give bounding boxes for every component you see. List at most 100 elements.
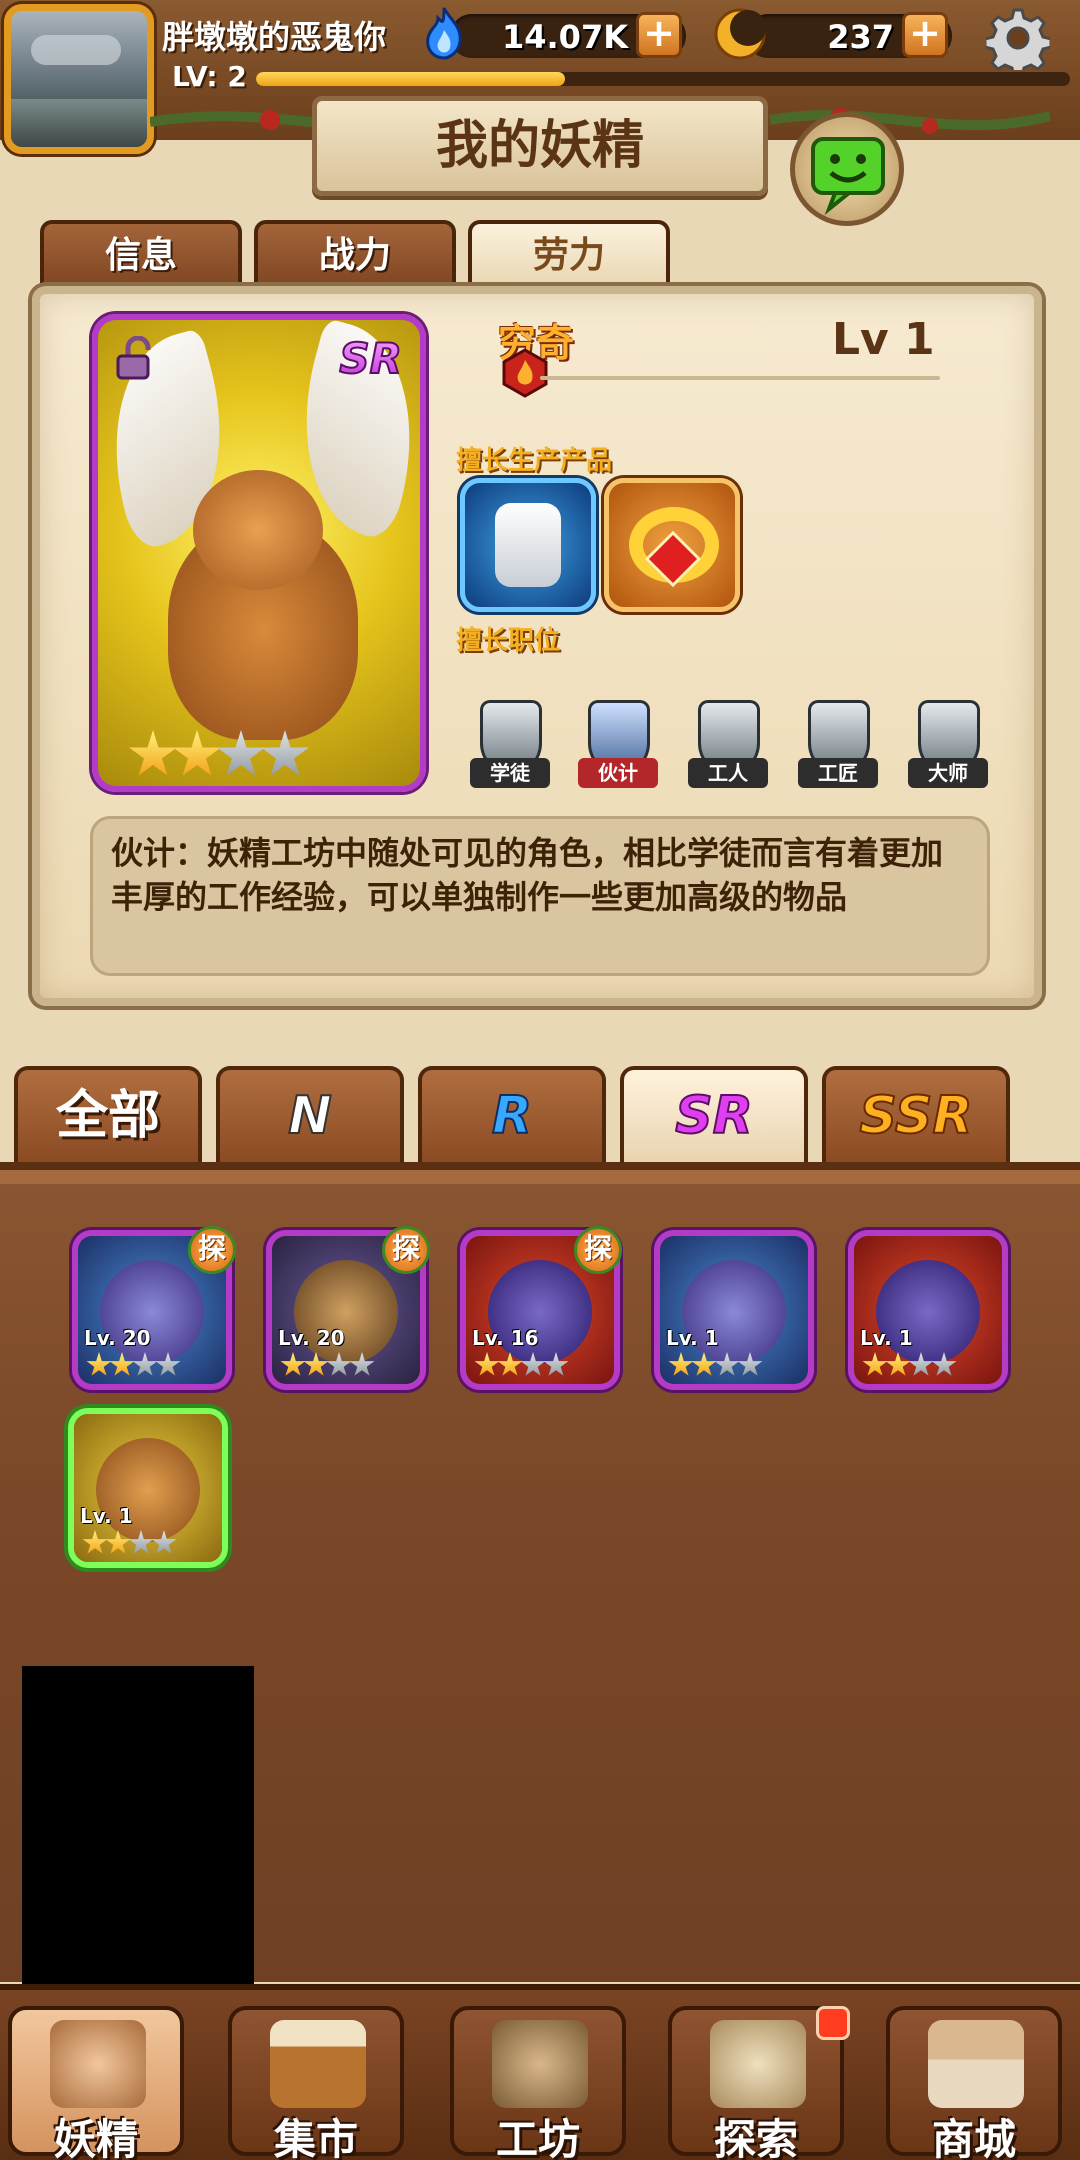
- fairy-tile-selected[interactable]: Lv. 1: [68, 1408, 228, 1568]
- filter-all-label: 全部: [55, 1086, 160, 1146]
- nav-shop[interactable]: 商城: [886, 2006, 1062, 2160]
- star-filled-icon: [497, 1352, 523, 1376]
- soul-fire-value: 14.07K: [501, 18, 628, 56]
- star-empty-icon: [326, 1352, 352, 1376]
- filter-sr[interactable]: SR: [620, 1066, 808, 1164]
- page-title: 我的妖精: [312, 96, 768, 196]
- product-bottle[interactable]: [460, 478, 596, 612]
- crescent-moon-icon: [714, 8, 766, 60]
- star-filled-icon: [82, 1530, 108, 1554]
- tab-info[interactable]: 信息: [40, 220, 242, 290]
- moon-coin-value: 237: [827, 18, 894, 56]
- star-filled-icon: [173, 730, 221, 776]
- tile-stars: [280, 1352, 375, 1378]
- lock-icon[interactable]: [114, 336, 158, 380]
- player-avatar[interactable]: [4, 4, 154, 154]
- role-apprentice[interactable]: 学徒: [462, 700, 558, 800]
- nav-label: 工坊: [495, 2115, 580, 2160]
- tile-level: Lv. 16: [472, 1326, 539, 1350]
- card-star-rating: [128, 730, 309, 780]
- tab-power[interactable]: 战力: [254, 220, 456, 290]
- star-empty-icon: [714, 1352, 740, 1376]
- star-filled-icon: [129, 730, 177, 776]
- card-rarity-badge: SR: [338, 333, 403, 384]
- player-name: 胖墩墩的恶鬼你: [162, 18, 387, 56]
- role-assistant[interactable]: 伙计: [570, 700, 666, 800]
- role-description: 伙计：妖精工坊中随处可见的角色，相比学徒而言有着更加丰厚的工作经验，可以单独制作…: [90, 816, 990, 976]
- star-empty-icon: [132, 1352, 158, 1376]
- roles-label: 擅长职位: [456, 626, 561, 656]
- star-filled-icon: [862, 1352, 888, 1376]
- star-empty-icon: [931, 1352, 957, 1376]
- tile-stars: [474, 1352, 569, 1378]
- star-empty-icon: [349, 1352, 375, 1376]
- filter-r-label: R: [491, 1085, 533, 1147]
- fairy-tile[interactable]: Lv. 1: [654, 1230, 814, 1390]
- filter-sr-label: SR: [674, 1085, 753, 1147]
- tile-level: Lv. 20: [278, 1326, 345, 1350]
- role-label: 工人: [688, 758, 768, 788]
- moon-coin-currency: 237 +: [746, 12, 952, 58]
- nav-workshop[interactable]: 工坊: [450, 2006, 626, 2160]
- nav-market[interactable]: 集市: [228, 2006, 404, 2160]
- role-master[interactable]: 大师: [900, 700, 996, 800]
- milk-bottle-icon: [495, 503, 561, 587]
- star-empty-icon: [543, 1352, 569, 1376]
- fairy-tile[interactable]: Lv. 1: [848, 1230, 1008, 1390]
- star-filled-icon: [885, 1352, 911, 1376]
- soul-fire-add-button[interactable]: +: [636, 12, 682, 58]
- star-filled-icon: [303, 1352, 329, 1376]
- workshop-icon: [492, 2020, 588, 2108]
- filter-r[interactable]: R: [418, 1066, 606, 1164]
- market-stall-icon: [270, 2020, 366, 2108]
- tab-labor[interactable]: 劳力: [468, 220, 670, 290]
- role-label: 伙计: [578, 758, 658, 788]
- name-divider: [540, 376, 940, 380]
- explore-badge: 探: [188, 1226, 236, 1274]
- filter-n-label: N: [287, 1085, 333, 1147]
- role-worker[interactable]: 工人: [680, 700, 776, 800]
- moon-coin-add-button[interactable]: +: [902, 12, 948, 58]
- avatar-cloud: [31, 35, 121, 65]
- star-empty-icon: [128, 1530, 154, 1554]
- fairy-face-icon: [50, 2020, 146, 2108]
- star-empty-icon: [151, 1530, 177, 1554]
- filter-all[interactable]: 全部: [14, 1066, 202, 1164]
- fire-element-icon: [502, 348, 548, 398]
- product-bracelet[interactable]: [604, 478, 740, 612]
- role-label: 工匠: [798, 758, 878, 788]
- chat-button[interactable]: [790, 112, 904, 226]
- nav-label: 商城: [931, 2115, 1016, 2160]
- nav-label: 集市: [273, 2115, 358, 2160]
- explore-notification-dot: [816, 2006, 850, 2040]
- filter-n[interactable]: N: [216, 1066, 404, 1164]
- shop-house-icon: [928, 2020, 1024, 2108]
- role-craftsman[interactable]: 工匠: [790, 700, 886, 800]
- blue-flame-icon: [426, 7, 462, 60]
- explore-badge: 探: [574, 1226, 622, 1274]
- xp-fill: [256, 72, 566, 86]
- nav-fairy[interactable]: 妖精: [8, 2006, 184, 2160]
- xp-bar: [256, 72, 1070, 86]
- tile-level: Lv. 1: [860, 1326, 913, 1350]
- star-filled-icon: [474, 1352, 500, 1376]
- tile-level: Lv. 1: [80, 1504, 133, 1528]
- star-empty-icon: [217, 730, 265, 776]
- tile-stars: [668, 1352, 763, 1378]
- gear-icon[interactable]: [986, 6, 1050, 70]
- star-empty-icon: [261, 730, 309, 776]
- treasure-map-icon: [710, 2020, 806, 2108]
- star-filled-icon: [86, 1352, 112, 1376]
- star-empty-icon: [737, 1352, 763, 1376]
- player-level: LV: 2: [172, 60, 247, 93]
- fairy-level: Lv 1: [832, 314, 935, 365]
- role-label: 大师: [908, 758, 988, 788]
- star-empty-icon: [908, 1352, 934, 1376]
- filter-ssr[interactable]: SSR: [822, 1066, 1010, 1164]
- nav-label: 探索: [713, 2115, 798, 2160]
- nav-label: 妖精: [53, 2115, 138, 2160]
- star-filled-icon: [691, 1352, 717, 1376]
- role-label: 学徒: [470, 758, 550, 788]
- explore-badge: 探: [382, 1226, 430, 1274]
- fairy-card[interactable]: SR: [92, 314, 426, 792]
